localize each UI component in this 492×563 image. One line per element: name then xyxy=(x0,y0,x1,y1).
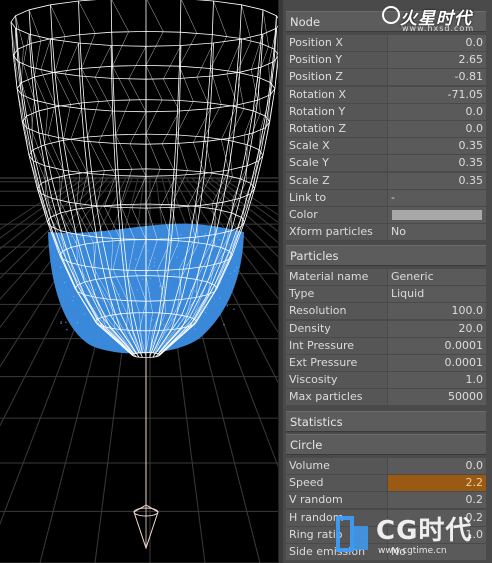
property-row-viscosity: Viscosity 1.0 xyxy=(286,372,486,389)
property-value-rotation-y[interactable]: 0.0 xyxy=(388,104,486,120)
property-value-color[interactable] xyxy=(388,207,486,223)
property-value-ext-pressure[interactable]: 0.0001 xyxy=(388,355,486,371)
property-row-resolution: Resolution 100.0 xyxy=(286,303,486,320)
property-label: Color xyxy=(286,207,387,223)
property-label: Scale X xyxy=(286,138,387,154)
property-row-rotation-z: Rotation Z 0.0 xyxy=(286,121,486,138)
property-label: Ring ratio xyxy=(286,527,387,543)
property-row-position-x: Position X 0.0 xyxy=(286,35,486,52)
viewport-3d[interactable] xyxy=(0,0,278,563)
color-swatch[interactable] xyxy=(392,210,482,220)
property-label: Xform particles xyxy=(286,224,387,240)
property-value-v-random[interactable]: 0.2 xyxy=(388,492,486,508)
property-row-xform-particles: Xform particles No xyxy=(286,224,486,241)
property-label: Rotation X xyxy=(286,87,387,103)
property-value-resolution[interactable]: 100.0 xyxy=(388,303,486,319)
property-value-position-y[interactable]: 2.65 xyxy=(388,52,486,68)
section-header-circle[interactable]: Circle xyxy=(286,434,486,455)
property-row-rotation-y: Rotation Y 0.0 xyxy=(286,104,486,121)
property-value-scale-y[interactable]: 0.35 xyxy=(388,155,486,171)
property-row-material-name: Material name Generic xyxy=(286,269,486,286)
property-label: Type xyxy=(286,286,387,302)
property-value-position-x[interactable]: 0.0 xyxy=(388,35,486,51)
property-value-density[interactable]: 20.0 xyxy=(388,321,486,337)
section-header-node[interactable]: Node xyxy=(286,11,486,32)
property-label: Link to xyxy=(286,190,387,206)
section-header-statistics[interactable]: Statistics xyxy=(286,411,486,432)
property-row-side-emission: Side emission No xyxy=(286,544,486,561)
property-row-density: Density 20.0 xyxy=(286,321,486,338)
property-row-scale-x: Scale X 0.35 xyxy=(286,138,486,155)
property-value-material-name[interactable]: Generic xyxy=(388,269,486,285)
property-row-position-y: Position Y 2.65 xyxy=(286,52,486,69)
property-label: Scale Y xyxy=(286,155,387,171)
property-value-ring-ratio[interactable]: 1.0 xyxy=(388,527,486,543)
property-label: Volume xyxy=(286,458,387,474)
property-label: Int Pressure xyxy=(286,338,387,354)
property-value-int-pressure[interactable]: 0.0001 xyxy=(388,338,486,354)
property-row-ring-ratio: Ring ratio 1.0 xyxy=(286,527,486,544)
property-label: Material name xyxy=(286,269,387,285)
property-label: Viscosity xyxy=(286,372,387,388)
property-row-int-pressure: Int Pressure 0.0001 xyxy=(286,338,486,355)
property-row-color: Color xyxy=(286,207,486,224)
viewport-scene[interactable] xyxy=(0,0,278,563)
property-label: Resolution xyxy=(286,303,387,319)
property-value-scale-x[interactable]: 0.35 xyxy=(388,138,486,154)
property-row-scale-y: Scale Y 0.35 xyxy=(286,155,486,172)
property-row-ext-pressure: Ext Pressure 0.0001 xyxy=(286,355,486,372)
property-row-v-random: V random 0.2 xyxy=(286,492,486,509)
property-row-position-z: Position Z -0.81 xyxy=(286,69,486,86)
property-label: Rotation Y xyxy=(286,104,387,120)
property-row-speed: Speed 2.2 xyxy=(286,475,486,492)
property-label: H random xyxy=(286,510,387,526)
property-label: Rotation Z xyxy=(286,121,387,137)
property-row-volume: Volume 0.0 xyxy=(286,458,486,475)
property-label: Max particles xyxy=(286,389,387,405)
properties-panel: Node Position X 0.0 Position Y 2.65 Position … xyxy=(284,0,492,563)
property-label: Position Y xyxy=(286,52,387,68)
property-label: V random xyxy=(286,492,387,508)
property-label: Speed xyxy=(286,475,387,491)
property-value-speed[interactable]: 2.2 xyxy=(388,475,486,491)
property-value-max-particles[interactable]: 50000 xyxy=(388,389,486,405)
property-value-h-random[interactable]: 0.2 xyxy=(388,510,486,526)
property-value-type[interactable]: Liquid xyxy=(388,286,486,302)
property-label: Density xyxy=(286,321,387,337)
property-value-xform-particles[interactable]: No xyxy=(388,224,486,240)
property-label: Position Z xyxy=(286,69,387,85)
property-label: Ext Pressure xyxy=(286,355,387,371)
property-row-type: Type Liquid xyxy=(286,286,486,303)
property-value-side-emission[interactable]: No xyxy=(388,544,486,560)
property-row-h-random: H random 0.2 xyxy=(286,510,486,527)
property-label: Position X xyxy=(286,35,387,51)
property-value-link-to[interactable]: - xyxy=(388,190,486,206)
property-label: Scale Z xyxy=(286,173,387,189)
property-row-link-to: Link to - xyxy=(286,190,486,207)
property-label: Side emission xyxy=(286,544,387,560)
property-row-scale-z: Scale Z 0.35 xyxy=(286,173,486,190)
property-value-scale-z[interactable]: 0.35 xyxy=(388,173,486,189)
property-row-max-particles: Max particles 50000 xyxy=(286,389,486,406)
property-value-volume[interactable]: 0.0 xyxy=(388,458,486,474)
property-value-viscosity[interactable]: 1.0 xyxy=(388,372,486,388)
section-header-particles[interactable]: Particles xyxy=(286,245,486,266)
property-value-position-z[interactable]: -0.81 xyxy=(388,69,486,85)
property-row-rotation-x: Rotation X -71.05 xyxy=(286,87,486,104)
property-value-rotation-z[interactable]: 0.0 xyxy=(388,121,486,137)
property-value-rotation-x[interactable]: -71.05 xyxy=(388,87,486,103)
